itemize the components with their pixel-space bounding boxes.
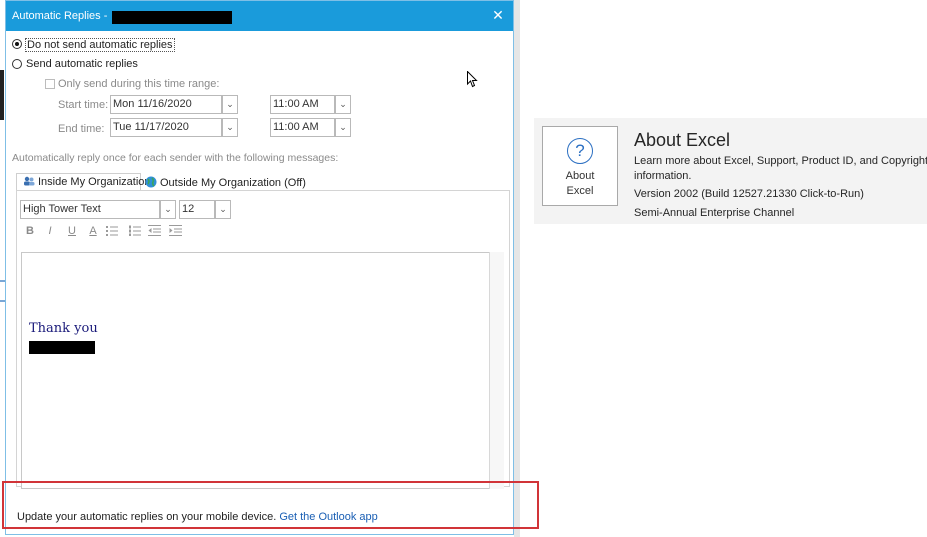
start-time-dropdown[interactable]: ⌄ — [335, 95, 351, 114]
highlight-annotation — [2, 481, 539, 529]
decrease-indent-icon[interactable] — [148, 225, 161, 239]
about-channel: Semi-Annual Enterprise Channel — [634, 207, 795, 219]
people-icon — [23, 175, 35, 186]
end-date-field[interactable]: Tue 11/17/2020 — [110, 118, 222, 137]
font-size-select[interactable]: 12 — [179, 200, 215, 219]
only-send-checkbox[interactable] — [45, 79, 55, 89]
bold-button[interactable]: B — [23, 225, 37, 237]
editor-scrollbar[interactable] — [489, 252, 504, 489]
question-mark-icon: ? — [567, 138, 593, 164]
font-color-button[interactable]: A — [86, 225, 100, 237]
background-fragment — [0, 70, 4, 120]
close-button[interactable]: ✕ — [490, 7, 506, 23]
underline-button[interactable]: U — [65, 225, 79, 237]
radio-no-send[interactable] — [12, 39, 22, 49]
radio-no-send-label[interactable]: Do not send automatic replies — [25, 38, 175, 52]
globe-icon — [145, 176, 157, 188]
end-time-label: End time: — [58, 123, 105, 135]
only-send-label: Only send during this time range: — [58, 78, 220, 90]
start-time-label: Start time: — [58, 99, 109, 111]
automatic-replies-dialog: Automatic Replies - ✕ Do not send automa… — [5, 0, 514, 535]
dialog-title: Automatic Replies - — [12, 10, 108, 22]
numbering-icon[interactable] — [129, 225, 141, 239]
start-date-field[interactable]: Mon 11/16/2020 — [110, 95, 222, 114]
about-description: Learn more about Excel, Support, Product… — [634, 155, 927, 167]
tab-inside-organization[interactable]: Inside My Organization — [16, 173, 151, 190]
redacted-block — [112, 11, 232, 24]
italic-button[interactable]: I — [43, 225, 57, 237]
about-excel-panel: ? About Excel About Excel Learn more abo… — [534, 118, 927, 224]
redacted-signature — [29, 341, 95, 354]
tab-inside-label: Inside My Organization — [38, 176, 151, 188]
radio-send[interactable] — [12, 59, 22, 69]
font-size-dropdown[interactable]: ⌄ — [215, 200, 231, 219]
dialog-shadow-edge — [514, 0, 520, 537]
editor-blank-area — [22, 253, 488, 319]
font-name-dropdown[interactable]: ⌄ — [160, 200, 176, 219]
tab-outside-label: Outside My Organization (Off) — [160, 177, 306, 189]
about-title: About Excel — [634, 130, 731, 150]
font-name-select[interactable]: High Tower Text — [20, 200, 160, 219]
about-excel-button-label: About Excel — [565, 170, 595, 197]
end-time-dropdown[interactable]: ⌄ — [335, 118, 351, 137]
start-date-dropdown[interactable]: ⌄ — [222, 95, 238, 114]
mouse-cursor-icon — [467, 70, 478, 91]
about-description-cont: information. — [634, 170, 692, 182]
increase-indent-icon[interactable] — [169, 225, 182, 239]
end-time-field[interactable]: 11:00 AM — [270, 118, 335, 137]
start-time-field[interactable]: 11:00 AM — [270, 95, 335, 114]
end-date-dropdown[interactable]: ⌄ — [222, 118, 238, 137]
message-text: Thank you — [29, 321, 98, 336]
instruction-text: Automatically reply once for each sender… — [12, 152, 339, 164]
about-version: Version 2002 (Build 12527.21330 Click-to… — [634, 188, 864, 200]
title-bar: Automatic Replies - ✕ — [6, 1, 513, 31]
radio-send-label[interactable]: Send automatic replies — [26, 58, 138, 70]
about-excel-button[interactable]: ? About Excel — [542, 126, 618, 206]
bullets-icon[interactable] — [106, 225, 118, 239]
